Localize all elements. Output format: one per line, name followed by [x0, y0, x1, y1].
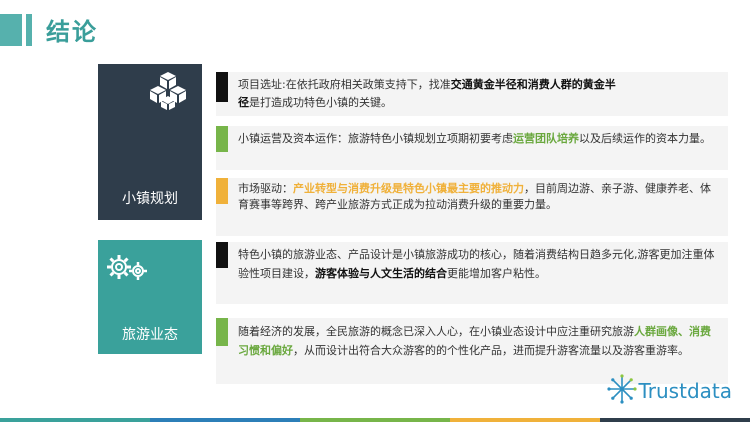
- trustdata-logo: Trustdata: [606, 374, 733, 408]
- cubes-icon: [148, 72, 188, 114]
- item-marker: [216, 178, 228, 204]
- logo-text: Trustdata: [638, 379, 733, 403]
- list-item: 特色小镇的旅游业态、产品设计是小镇旅游成功的核心，随着消费结构日趋多元化,游客更…: [216, 242, 728, 304]
- item-marker: [216, 72, 228, 102]
- item-marker: [216, 318, 228, 346]
- section-card-planning: 小镇规划: [98, 64, 202, 220]
- slide-title: 结论: [46, 18, 98, 46]
- footer-bar: [300, 418, 450, 422]
- title-accent-bar-thin: [26, 14, 32, 46]
- section-card-tourism: 旅游业态: [98, 240, 202, 354]
- footer-bar: [450, 418, 600, 422]
- footer-bar: [600, 418, 750, 422]
- footer-bar: [150, 418, 300, 422]
- list-item: 项目选址:在依托政府相关政策支持下，找准交通黄金半径和消费人群的黄金半 径是打造…: [216, 72, 728, 116]
- item-marker: [216, 242, 228, 268]
- list-item: 小镇运营及资本运作：旅游特色小镇规划立项期初要考虑运营团队培养以及后续运作的资本…: [216, 126, 728, 170]
- section-label: 旅游业态: [122, 327, 178, 343]
- item-marker: [216, 126, 228, 152]
- trustdata-logo-icon: [606, 374, 637, 408]
- list-item: 市场驱动：产业转型与消费升级是特色小镇最主要的推动力，目前周边游、亲子游、健康养…: [216, 178, 728, 236]
- title-accent-bar: [0, 14, 22, 46]
- section-label: 小镇规划: [122, 191, 178, 207]
- footer-bar: [0, 418, 150, 422]
- gears-icon: [106, 252, 148, 286]
